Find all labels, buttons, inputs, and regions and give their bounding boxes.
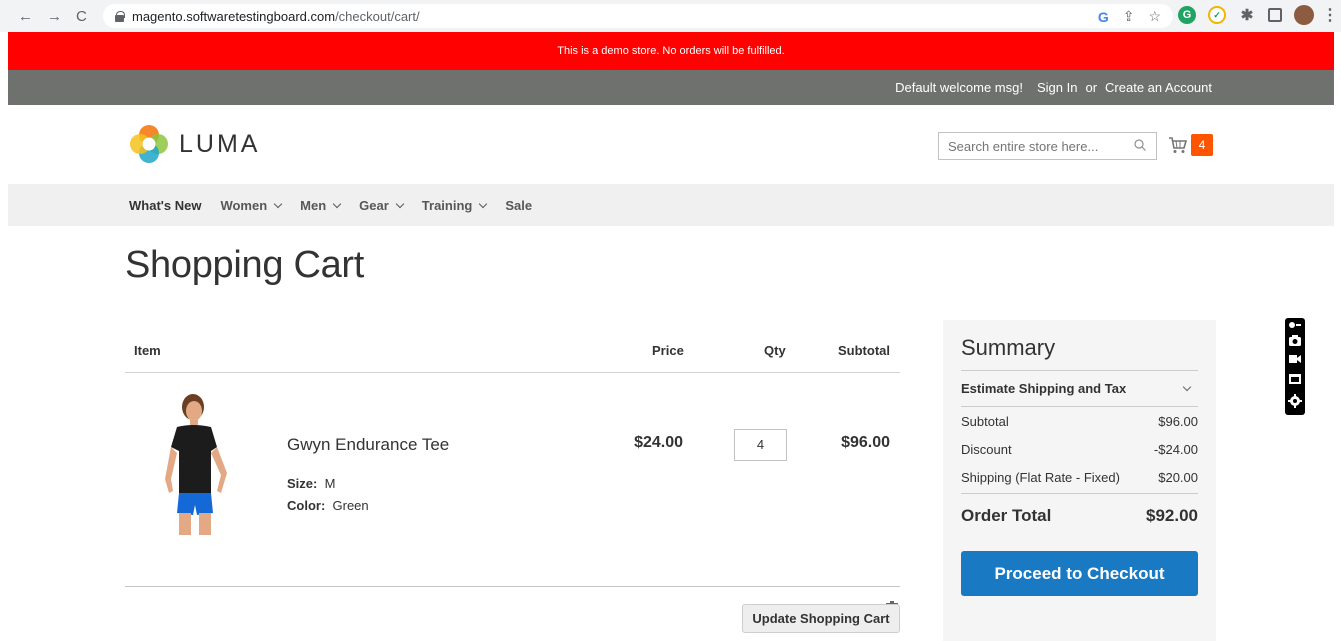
extension-check-icon[interactable]: ✓ bbox=[1208, 6, 1226, 24]
header-subtotal: Subtotal bbox=[838, 343, 890, 358]
nav-label: Training bbox=[421, 197, 473, 213]
color-label: Color: bbox=[287, 498, 326, 513]
order-total-label: Order Total bbox=[961, 505, 1052, 525]
nav-item-training[interactable]: Training bbox=[421, 197, 488, 213]
header-price: Price bbox=[652, 343, 684, 358]
store-logo[interactable]: LUMA bbox=[129, 124, 260, 164]
lock-icon[interactable] bbox=[115, 11, 125, 22]
forward-arrow-icon[interactable]: → bbox=[47, 9, 62, 24]
grammarly-extension-icon[interactable]: G bbox=[1178, 6, 1196, 24]
search-input[interactable]: Search entire store here... bbox=[938, 132, 1157, 160]
page-title: Shopping Cart bbox=[125, 244, 365, 286]
url-path: /checkout/cart/ bbox=[335, 8, 420, 24]
chevron-down-icon bbox=[395, 199, 405, 208]
welcome-message: Default welcome msg! bbox=[895, 80, 1023, 95]
header-item: Item bbox=[134, 343, 161, 358]
browser-nav: ← → C bbox=[0, 9, 102, 24]
summary-title: Summary bbox=[961, 335, 1198, 371]
search-icon[interactable] bbox=[1134, 139, 1146, 151]
proceed-to-checkout-button[interactable]: Proceed to Checkout bbox=[961, 551, 1198, 596]
totals-subtotal: Subtotal $96.00 bbox=[961, 407, 1198, 435]
totals-label: Shipping (Flat Rate - Fixed) bbox=[961, 469, 1120, 485]
camera-icon[interactable] bbox=[1288, 333, 1302, 347]
item-price: $24.00 bbox=[634, 434, 683, 451]
size-value: M bbox=[324, 476, 336, 491]
extensions-puzzle-icon[interactable]: ✱ bbox=[1238, 6, 1256, 24]
chevron-down-icon bbox=[332, 199, 342, 208]
address-bar[interactable]: magento.softwaretestingboard.com/checkou… bbox=[103, 4, 1173, 28]
screen-capture-widget bbox=[1285, 318, 1305, 415]
window-icon[interactable] bbox=[1288, 372, 1302, 386]
url-host: magento.softwaretestingboard.com bbox=[132, 8, 336, 24]
nav-item-women[interactable]: Women bbox=[220, 197, 283, 213]
or-text: or bbox=[1085, 80, 1098, 95]
color-value: Green bbox=[332, 498, 369, 513]
quantity-input[interactable]: 4 bbox=[734, 429, 787, 461]
header-links: Default welcome msg! Sign In or Create a… bbox=[895, 70, 1212, 105]
order-total-value: $92.00 bbox=[1146, 505, 1198, 525]
luma-logo-icon bbox=[130, 125, 168, 163]
bookmark-star-icon[interactable]: ☆ bbox=[1148, 8, 1161, 25]
extension-icons: G ✓ ✱ ⋮ bbox=[1178, 5, 1338, 25]
estimate-shipping-toggle[interactable]: Estimate Shipping and Tax bbox=[961, 371, 1198, 407]
sign-in-link[interactable]: Sign In bbox=[1037, 80, 1077, 95]
cart-count-badge: 4 bbox=[1191, 134, 1213, 156]
minicart-button[interactable]: 4 bbox=[1168, 134, 1213, 156]
chevron-down-icon bbox=[479, 199, 488, 208]
totals-discount: Discount -$24.00 bbox=[961, 435, 1198, 463]
totals-label: Subtotal bbox=[961, 413, 1009, 429]
cart-summary: Summary Estimate Shipping and Tax Subtot… bbox=[943, 320, 1216, 641]
chevron-down-icon bbox=[273, 199, 283, 208]
nav-label: Men bbox=[300, 197, 327, 213]
update-cart-button[interactable]: Update Shopping Cart bbox=[742, 604, 900, 633]
nav-label: Women bbox=[220, 197, 268, 213]
cart-item-row: Gwyn Endurance Tee Size: M Color: Green … bbox=[125, 373, 900, 617]
nav-item-sale[interactable]: Sale bbox=[505, 198, 532, 213]
order-total: Order Total $92.00 bbox=[961, 493, 1198, 537]
estimate-label: Estimate Shipping and Tax bbox=[961, 381, 1127, 396]
share-icon[interactable]: ⇪ bbox=[1123, 8, 1135, 25]
profile-avatar[interactable] bbox=[1294, 5, 1314, 25]
product-image[interactable] bbox=[143, 389, 255, 539]
video-icon[interactable] bbox=[1288, 352, 1302, 366]
totals-value: $96.00 bbox=[1158, 413, 1198, 429]
totals-value: $20.00 bbox=[1158, 469, 1198, 485]
item-subtotal: $96.00 bbox=[841, 434, 890, 451]
nav-label: Sale bbox=[505, 197, 533, 213]
browser-menu-icon[interactable]: ⋮ bbox=[1322, 6, 1338, 24]
totals-value: -$24.00 bbox=[1153, 441, 1198, 457]
size-label: Size: bbox=[287, 476, 318, 491]
nav-item-gear[interactable]: Gear bbox=[359, 197, 405, 213]
create-account-link[interactable]: Create an Account bbox=[1105, 80, 1212, 95]
back-arrow-icon[interactable]: ← bbox=[18, 9, 33, 24]
reload-icon[interactable]: C bbox=[76, 9, 87, 24]
gear-icon[interactable] bbox=[1288, 394, 1302, 408]
header-qty: Qty bbox=[764, 343, 786, 358]
totals-shipping: Shipping (Flat Rate - Fixed) $20.00 bbox=[961, 463, 1198, 491]
product-name-link[interactable]: Gwyn Endurance Tee bbox=[287, 435, 449, 455]
side-panel-icon[interactable] bbox=[1268, 8, 1282, 22]
main-navigation: What's New Women Men Gear Training Sale bbox=[8, 184, 1334, 226]
nav-item-men[interactable]: Men bbox=[300, 197, 342, 213]
address-bar-actions: G ⇪ ☆ bbox=[1098, 8, 1161, 25]
cart-table-header: Item Price Qty Subtotal bbox=[125, 328, 900, 373]
cart-icon bbox=[1169, 137, 1188, 153]
nav-label: What's New bbox=[129, 197, 202, 213]
cart-table: Item Price Qty Subtotal Gwyn Endurance T… bbox=[125, 328, 900, 617]
chevron-down-icon bbox=[1182, 382, 1192, 391]
nav-item-whats-new[interactable]: What's New bbox=[129, 198, 201, 213]
search-placeholder: Search entire store here... bbox=[948, 138, 1099, 154]
pin-icon[interactable] bbox=[1288, 320, 1302, 330]
demo-notice-banner: This is a demo store. No orders will be … bbox=[8, 32, 1334, 70]
google-icon[interactable]: G bbox=[1098, 9, 1109, 25]
logo-text: LUMA bbox=[179, 129, 261, 158]
totals-label: Discount bbox=[961, 441, 1012, 457]
header-panel: Default welcome msg! Sign In or Create a… bbox=[8, 70, 1334, 105]
nav-label: Gear bbox=[359, 197, 389, 213]
product-options: Size: M Color: Green bbox=[287, 473, 369, 517]
browser-toolbar: ← → C magento.softwaretestingboard.com/c… bbox=[0, 0, 1341, 32]
